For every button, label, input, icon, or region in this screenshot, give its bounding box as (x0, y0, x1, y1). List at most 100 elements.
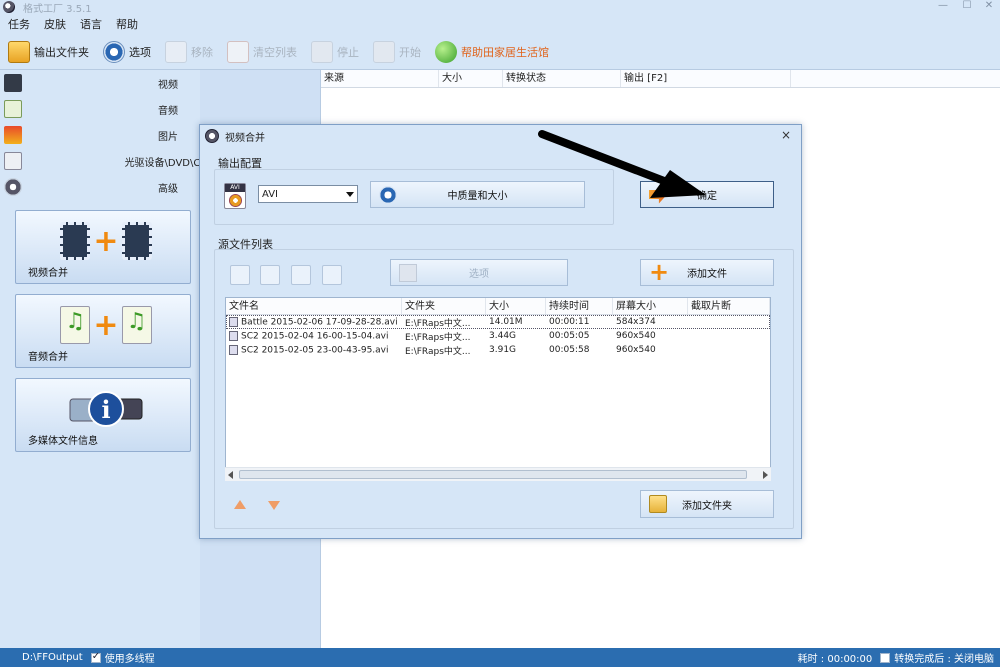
add-folder-icon (649, 495, 667, 513)
column-output[interactable]: 输出 [F2] (621, 70, 791, 87)
baidu-logo: Baidu 经验 (770, 580, 985, 626)
file-icon (229, 330, 238, 341)
remove-icon (165, 40, 187, 63)
nav-optical-device[interactable]: 光驱设备\DVD\CD\ (0, 148, 211, 174)
file-icon (229, 316, 238, 327)
file-icon (229, 344, 238, 355)
output-path[interactable]: D:\FFOutput (22, 652, 83, 663)
output-folder-button[interactable]: 输出文件夹 (8, 38, 89, 66)
after-convert-checkbox[interactable] (880, 652, 891, 663)
ok-button[interactable]: 确定 (640, 181, 774, 208)
video-merge-card[interactable]: + 视频合并 (15, 210, 191, 284)
media-info-card[interactable]: i 多媒体文件信息 (15, 378, 191, 452)
multithread-label: 使用多线程 (104, 654, 155, 665)
disc-icon (229, 194, 242, 207)
video-merge-illustration: + (60, 219, 152, 263)
scroll-thumb[interactable] (239, 470, 747, 479)
nav-audio[interactable]: 音频 (0, 96, 200, 122)
close-button[interactable]: ✕ (974, 0, 1000, 14)
folder-icon (8, 40, 30, 63)
clear-list-button[interactable]: 清空列表 (227, 38, 297, 66)
play-file-button[interactable] (291, 265, 311, 285)
menu-skin[interactable]: 皮肤 (44, 16, 66, 32)
plus-icon: + (93, 223, 119, 259)
start-icon (373, 40, 395, 63)
film-icon (121, 222, 152, 260)
col-size[interactable]: 大小 (486, 298, 546, 314)
add-folder-button[interactable]: 添加文件夹 (640, 490, 774, 518)
multithread-checkbox[interactable] (90, 651, 101, 663)
nav-image[interactable]: 图片 (0, 122, 200, 148)
gear-icon (103, 40, 125, 63)
globe-icon (435, 40, 457, 63)
delete-file-button[interactable] (260, 265, 280, 285)
remove-button[interactable]: 移除 (165, 38, 213, 66)
file-options-button[interactable]: 选项 (390, 259, 568, 286)
media-info-illustration: i (60, 387, 152, 431)
promo-link[interactable]: 帮助田家居生活馆 (435, 38, 549, 66)
col-screen-size[interactable]: 屏幕大小 (613, 298, 688, 314)
app-logo-icon (3, 1, 15, 13)
stop-button[interactable]: 停止 (311, 38, 359, 66)
toolbar: 输出文件夹 选项 移除 清空列表 停止 开始 帮助田家居生活馆 (0, 34, 1000, 70)
ok-arrow-icon (649, 185, 667, 204)
dialog-close-button[interactable]: × (781, 128, 791, 142)
menu-task[interactable]: 任务 (8, 16, 30, 32)
menu-help[interactable]: 帮助 (116, 16, 138, 32)
col-folder[interactable]: 文件夹 (402, 298, 486, 314)
nav-advanced[interactable]: 高级 (0, 174, 200, 200)
scroll-right-icon[interactable] (763, 471, 768, 479)
column-status[interactable]: 转换状态 (503, 70, 621, 87)
col-duration[interactable]: 持续时间 (546, 298, 613, 314)
chevron-down-icon (346, 192, 354, 197)
table-row[interactable]: Battle 2015-02-06 17-09-28-28.avi E:\FRa… (226, 315, 770, 329)
audio-merge-illustration: + (60, 303, 152, 347)
film-icon (60, 222, 91, 260)
elapsed-time: 耗时 : 00:00:00 (797, 654, 873, 665)
add-file-button[interactable]: + 添加文件 (640, 259, 774, 286)
info-icon: i (69, 391, 143, 427)
col-clip[interactable]: 截取片断 (688, 298, 770, 314)
music-note-icon (60, 306, 91, 344)
music-note-icon (121, 306, 152, 344)
avi-format-icon: AVI (224, 183, 246, 209)
audio-merge-card[interactable]: + 音频合并 (15, 294, 191, 368)
format-select[interactable]: AVI (258, 185, 358, 203)
table-row[interactable]: SC2 2015-02-04 16-00-15-04.avi E:\FRaps中… (226, 329, 770, 343)
remove-file-button[interactable] (230, 265, 250, 285)
nav-video[interactable]: 视频 (0, 70, 200, 96)
status-bar: D:\FFOutput 使用多线程 耗时 : 00:00:00 转换完成后 : … (0, 648, 1000, 667)
start-button[interactable]: 开始 (373, 38, 421, 66)
left-panel: 视频 音频 图片 光驱设备\DVD\CD\ 高级 + 视频合并 + 音频合并 (0, 70, 211, 650)
menu-bar: 任务 皮肤 语言 帮助 (0, 14, 1000, 34)
app-title: 格式工厂 3.5.1 (23, 3, 92, 15)
quality-button[interactable]: 中质量和大小 (370, 181, 585, 208)
column-source[interactable]: 来源 (321, 70, 439, 87)
col-filename[interactable]: 文件名 (226, 298, 402, 314)
source-file-table[interactable]: 文件名 文件夹 大小 持续时间 屏幕大小 截取片断 Battle 2015-02… (225, 297, 771, 481)
add-icon: + (649, 257, 670, 286)
menu-language[interactable]: 语言 (80, 16, 102, 32)
watermark: Baidu 经验 jingyan.baidu.com (770, 560, 990, 650)
clear-list-icon (227, 40, 249, 63)
plus-icon: + (93, 307, 119, 343)
file-table-header: 文件名 文件夹 大小 持续时间 屏幕大小 截取片断 (226, 298, 770, 315)
move-up-icon[interactable] (233, 498, 247, 512)
scroll-left-icon[interactable] (228, 471, 233, 479)
stop-icon (311, 40, 333, 63)
column-size[interactable]: 大小 (439, 70, 503, 87)
watermark-url: jingyan.baidu.com (780, 626, 919, 644)
move-down-icon[interactable] (267, 498, 281, 512)
file-info-button[interactable] (322, 265, 342, 285)
horizontal-scrollbar[interactable] (225, 467, 771, 481)
gear-icon (379, 185, 397, 204)
task-list-header: 来源 大小 转换状态 输出 [F2] (321, 70, 1000, 88)
video-merge-dialog: 视频合并 × 输出配置 AVI AVI 中质量和大小 确定 源文件列表 选项 +… (199, 124, 802, 539)
title-bar: 格式工厂 3.5.1 — ☐ ✕ (0, 0, 1000, 15)
dialog-title-bar: 视频合并 × (200, 125, 801, 147)
options-button[interactable]: 选项 (103, 38, 151, 66)
film-settings-icon (399, 263, 417, 282)
dialog-app-icon (205, 129, 219, 143)
svg-text:i: i (101, 395, 110, 424)
table-row[interactable]: SC2 2015-02-05 23-00-43-95.avi E:\FRaps中… (226, 343, 770, 357)
